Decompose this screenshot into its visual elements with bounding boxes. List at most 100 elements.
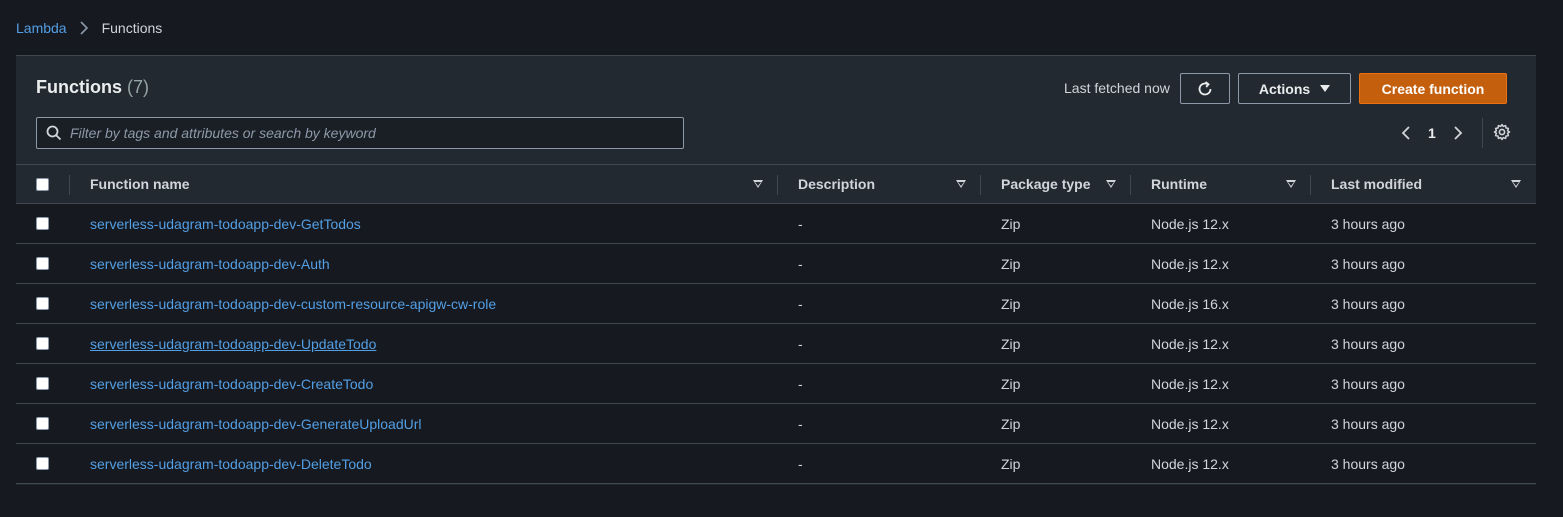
select-all-cell [36, 165, 49, 203]
row-checkbox[interactable] [36, 297, 49, 310]
runtime-cell: Node.js 12.x [1151, 255, 1229, 272]
table-row: serverless-udagram-todoapp-dev-UpdateTod… [16, 324, 1536, 364]
refresh-button[interactable] [1180, 73, 1230, 104]
function-name-cell: serverless-udagram-todoapp-dev-Auth [90, 244, 330, 283]
column-header-package-type[interactable]: Package type [1001, 165, 1091, 203]
runtime-cell: Node.js 12.x [1151, 455, 1229, 472]
sort-icon[interactable] [753, 180, 763, 188]
package-type-cell: Zip [1001, 295, 1021, 312]
column-divider [777, 175, 778, 195]
function-link[interactable]: serverless-udagram-todoapp-dev-Auth [90, 256, 330, 272]
row-select-cell [36, 364, 49, 403]
function-link[interactable]: serverless-udagram-todoapp-dev-GetTodos [90, 216, 361, 232]
table-row: serverless-udagram-todoapp-dev-GenerateU… [16, 404, 1536, 444]
row-checkbox[interactable] [36, 417, 49, 430]
runtime-cell: Node.js 12.x [1151, 375, 1229, 392]
description-cell: - [798, 295, 803, 312]
sort-icon[interactable] [1286, 180, 1296, 188]
row-checkbox[interactable] [36, 457, 49, 470]
last-modified-cell: 3 hours ago [1331, 295, 1405, 312]
table-header: Function name Description Package type R… [16, 164, 1536, 204]
description-cell: - [798, 415, 803, 432]
function-link[interactable]: serverless-udagram-todoapp-dev-DeleteTod… [90, 456, 372, 472]
panel-title-text: Functions [36, 77, 122, 97]
function-name-cell: serverless-udagram-todoapp-dev-CreateTod… [90, 364, 373, 403]
column-header-runtime[interactable]: Runtime [1151, 165, 1207, 203]
row-select-cell [36, 284, 49, 323]
last-modified-cell: 3 hours ago [1331, 415, 1405, 432]
column-header-last-modified[interactable]: Last modified [1331, 165, 1422, 203]
function-link[interactable]: serverless-udagram-todoapp-dev-UpdateTod… [90, 336, 376, 352]
function-name-cell: serverless-udagram-todoapp-dev-GetTodos [90, 204, 361, 243]
function-count: (7) [127, 77, 150, 97]
create-function-button[interactable]: Create function [1359, 73, 1507, 104]
row-select-cell [36, 404, 49, 443]
description-cell: - [798, 255, 803, 272]
row-checkbox[interactable] [36, 217, 49, 230]
column-divider [69, 175, 70, 195]
row-select-cell [36, 444, 49, 483]
column-divider [980, 175, 981, 195]
last-modified-cell: 3 hours ago [1331, 335, 1405, 352]
table-row: serverless-udagram-todoapp-dev-DeleteTod… [16, 444, 1536, 484]
refresh-icon [1198, 80, 1212, 95]
last-modified-cell: 3 hours ago [1331, 375, 1405, 392]
description-cell: - [798, 455, 803, 472]
package-type-cell: Zip [1001, 215, 1021, 232]
column-divider [1310, 175, 1311, 195]
chevron-right-icon [80, 21, 88, 35]
last-modified-cell: 3 hours ago [1331, 455, 1405, 472]
function-link[interactable]: serverless-udagram-todoapp-dev-CreateTod… [90, 376, 373, 392]
pagination: 1 [1400, 122, 1464, 144]
runtime-cell: Node.js 12.x [1151, 215, 1229, 232]
column-header-description[interactable]: Description [798, 165, 875, 203]
create-function-label: Create function [1381, 80, 1485, 97]
chevron-left-icon[interactable] [1400, 125, 1412, 141]
page-number[interactable]: 1 [1428, 125, 1436, 141]
package-type-cell: Zip [1001, 375, 1021, 392]
description-cell: - [798, 215, 803, 232]
function-link[interactable]: serverless-udagram-todoapp-dev-GenerateU… [90, 416, 422, 432]
function-name-cell: serverless-udagram-todoapp-dev-UpdateTod… [90, 324, 376, 363]
table-row: serverless-udagram-todoapp-dev-CreateTod… [16, 364, 1536, 404]
runtime-cell: Node.js 12.x [1151, 335, 1229, 352]
last-fetched-text: Last fetched now [1064, 80, 1170, 96]
select-all-checkbox[interactable] [36, 177, 49, 191]
actions-label: Actions [1258, 80, 1311, 97]
row-select-cell [36, 244, 49, 283]
package-type-cell: Zip [1001, 255, 1021, 272]
chevron-right-icon[interactable] [1452, 125, 1464, 141]
sort-icon[interactable] [956, 180, 966, 188]
row-checkbox[interactable] [36, 337, 49, 350]
table-row: serverless-udagram-todoapp-dev-custom-re… [16, 284, 1536, 324]
row-checkbox[interactable] [36, 257, 49, 270]
gear-icon[interactable] [1493, 123, 1511, 141]
search-icon [46, 125, 62, 141]
last-modified-cell: 3 hours ago [1331, 215, 1405, 232]
table-row: serverless-udagram-todoapp-dev-GetTodos … [16, 204, 1536, 244]
pager-divider [1482, 118, 1483, 148]
description-cell: - [798, 375, 803, 392]
function-name-cell: serverless-udagram-todoapp-dev-DeleteTod… [90, 444, 372, 483]
runtime-cell: Node.js 12.x [1151, 415, 1229, 432]
breadcrumb-current: Functions [101, 20, 163, 36]
column-header-function-name[interactable]: Function name [90, 165, 190, 203]
package-type-cell: Zip [1001, 455, 1021, 472]
function-link[interactable]: serverless-udagram-todoapp-dev-custom-re… [90, 296, 496, 312]
row-select-cell [36, 204, 49, 243]
column-divider [1130, 175, 1131, 195]
row-select-cell [36, 324, 49, 363]
description-cell: - [798, 335, 803, 352]
table-row: serverless-udagram-todoapp-dev-Auth - Zi… [16, 244, 1536, 284]
search-field[interactable] [36, 117, 684, 149]
breadcrumb-lambda-link[interactable]: Lambda [16, 20, 67, 36]
sort-icon[interactable] [1511, 180, 1521, 188]
page-title: Functions (7) [36, 77, 149, 98]
runtime-cell: Node.js 16.x [1151, 295, 1229, 312]
functions-table: Function name Description Package type R… [16, 164, 1536, 484]
sort-icon[interactable] [1106, 180, 1116, 188]
search-input[interactable] [70, 125, 683, 141]
actions-dropdown-button[interactable]: Actions [1238, 73, 1351, 104]
row-checkbox[interactable] [36, 377, 49, 390]
function-name-cell: serverless-udagram-todoapp-dev-GenerateU… [90, 404, 422, 443]
